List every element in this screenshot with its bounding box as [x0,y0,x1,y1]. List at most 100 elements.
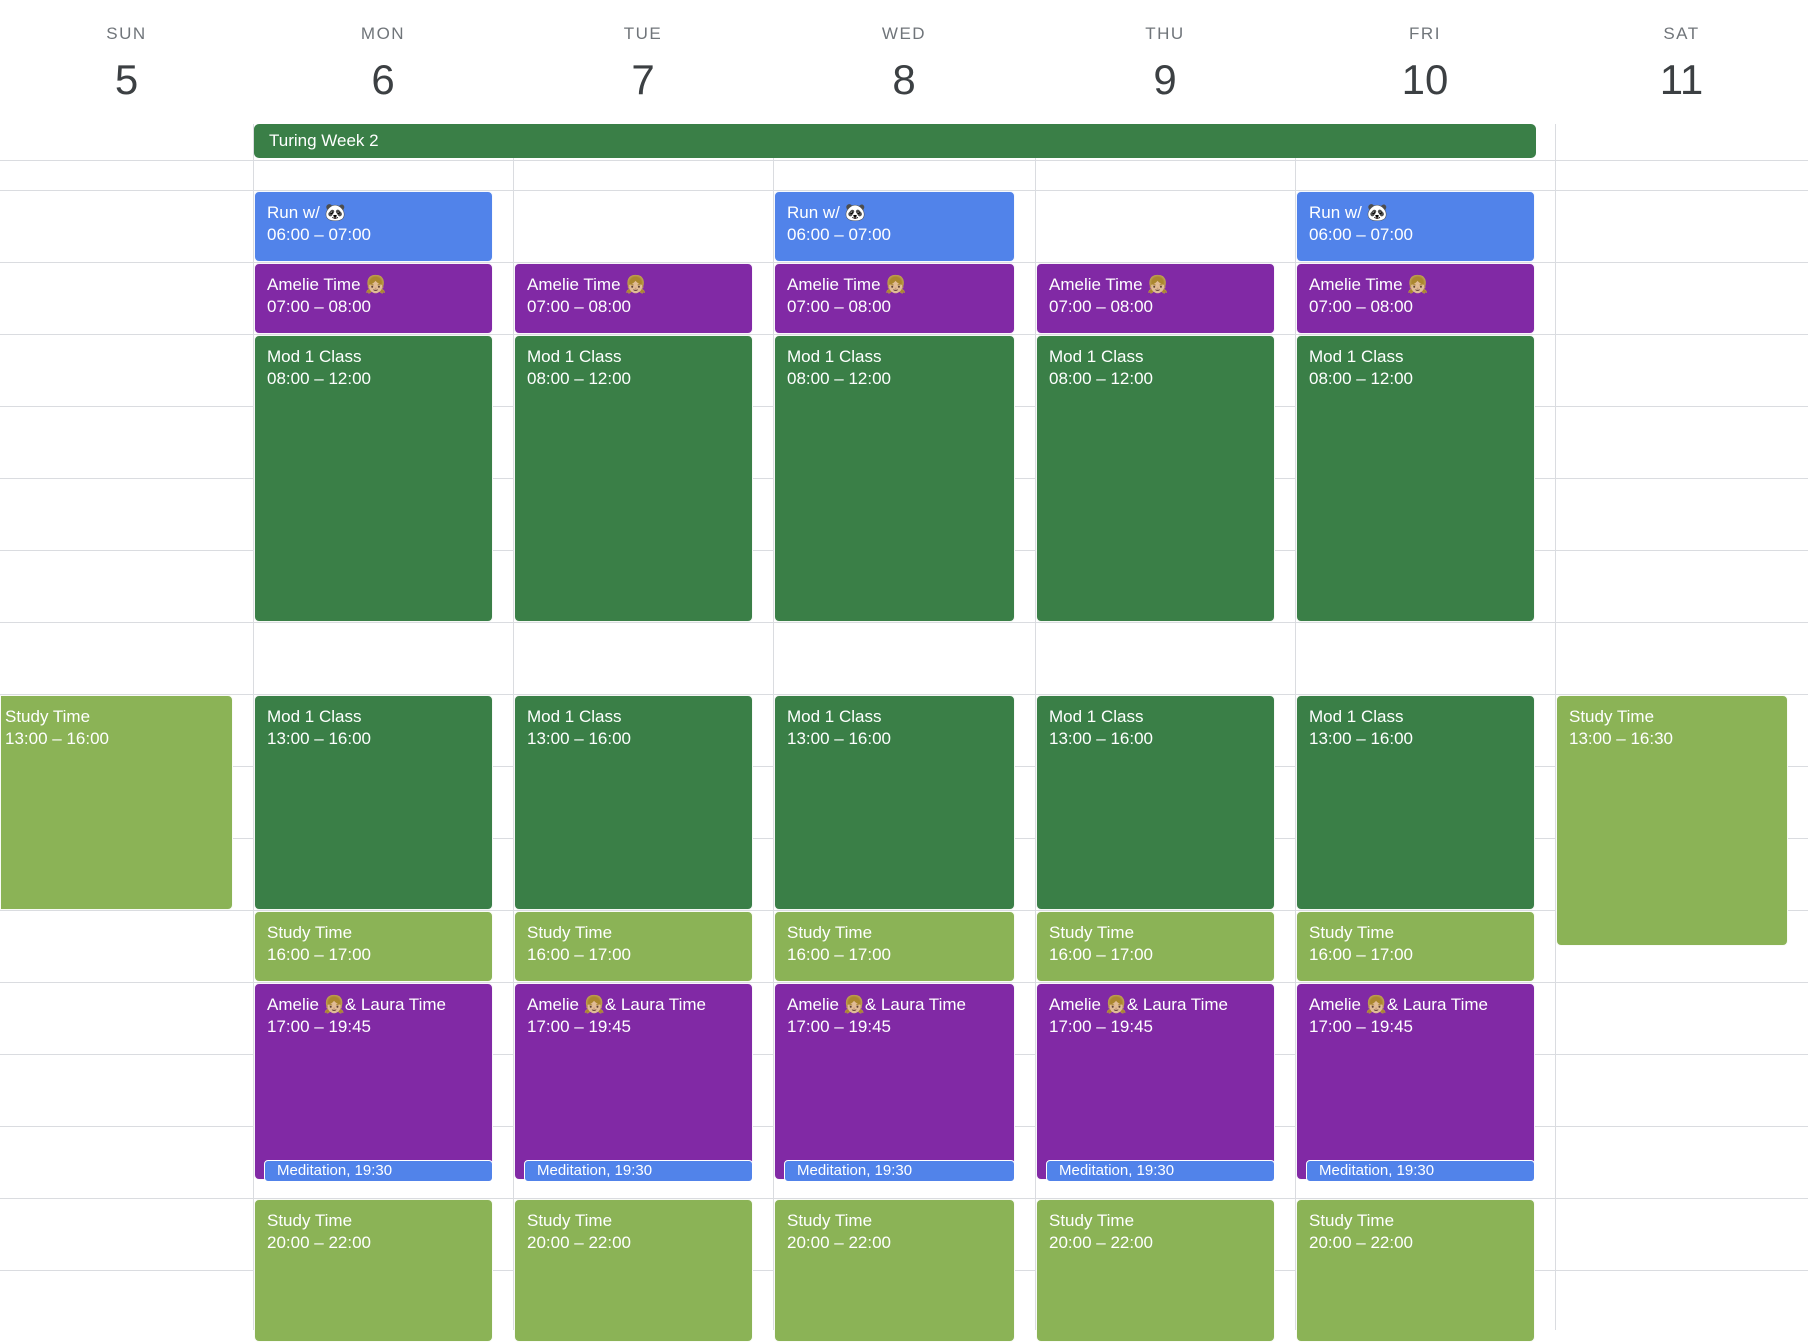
event-time: 06:00 – 07:00 [1309,225,1413,244]
calendar-event[interactable]: Study Time 13:00 – 16:30 [1556,695,1788,946]
event-title: Study Time [1309,923,1395,942]
event-title: Study Time [527,923,613,942]
calendar-event[interactable]: Amelie 👧🏼& Laura Time 17:00 – 19:45 [514,983,753,1180]
calendar-event[interactable]: Amelie Time 👧🏼 07:00 – 08:00 [254,263,493,334]
event-title: Amelie 👧🏼& Laura Time [1309,995,1488,1014]
event-title: Run w/ 🐼 [1309,203,1388,222]
all-day-event[interactable]: Turing Week 2 [254,124,1536,158]
calendar-event[interactable]: Study Time 20:00 – 22:00 [774,1199,1015,1342]
short-event-chip[interactable]: Meditation, 19:30 [1306,1160,1535,1182]
event-time: 16:00 – 17:00 [267,945,371,964]
calendar-event[interactable]: Mod 1 Class 13:00 – 16:00 [254,695,493,910]
chip-title: Meditation [1059,1162,1129,1179]
calendar-event[interactable]: Study Time 16:00 – 17:00 [1036,911,1275,982]
event-time: 07:00 – 08:00 [527,297,631,316]
event-title: Study Time [267,923,353,942]
chip-title: Meditation [797,1162,867,1179]
calendar-event[interactable]: Mod 1 Class 08:00 – 12:00 [774,335,1015,622]
event-time: 16:00 – 17:00 [787,945,891,964]
event-time: 16:00 – 17:00 [527,945,631,964]
calendar-event[interactable]: Study Time 16:00 – 17:00 [514,911,753,982]
event-time: 17:00 – 19:45 [527,1017,631,1036]
event-title: Study Time [5,707,91,726]
event-title: Amelie 👧🏼& Laura Time [527,995,706,1014]
day-number[interactable]: 8 [773,50,1035,110]
event-time: 08:00 – 12:00 [1309,369,1413,388]
grid-hour-line [0,160,1808,161]
event-time: 07:00 – 08:00 [267,297,371,316]
day-number[interactable]: 9 [1035,50,1295,110]
calendar-event[interactable]: Amelie 👧🏼& Laura Time 17:00 – 19:45 [1036,983,1275,1180]
calendar-event[interactable]: Study Time 20:00 – 22:00 [1296,1199,1535,1342]
event-time: 08:00 – 12:00 [267,369,371,388]
calendar-event[interactable]: Amelie Time 👧🏼 07:00 – 08:00 [514,263,753,334]
event-time: 13:00 – 16:00 [5,729,109,748]
calendar-event[interactable]: Run w/ 🐼 06:00 – 07:00 [1296,191,1535,262]
event-time: 20:00 – 22:00 [1309,1233,1413,1252]
event-title: Study Time [1569,707,1655,726]
event-time: 08:00 – 12:00 [1049,369,1153,388]
day-of-week-label: MON [360,24,406,43]
event-time: 13:00 – 16:30 [1569,729,1673,748]
short-event-chip[interactable]: Meditation, 19:30 [784,1160,1015,1182]
day-of-week-label: TUE [623,24,663,43]
chip-time: , 19:30 [866,1162,913,1179]
event-time: 13:00 – 16:00 [527,729,631,748]
day-number[interactable]: 10 [1295,50,1555,110]
calendar-event[interactable]: Study Time 20:00 – 22:00 [514,1199,753,1342]
calendar-event[interactable]: Amelie Time 👧🏼 07:00 – 08:00 [1296,263,1535,334]
calendar-event[interactable]: Mod 1 Class 13:00 – 16:00 [1296,695,1535,910]
short-event-chip[interactable]: Meditation, 19:30 [1046,1160,1275,1182]
calendar-event[interactable]: Amelie 👧🏼& Laura Time 17:00 – 19:45 [1296,983,1535,1180]
calendar-event[interactable]: Study Time 16:00 – 17:00 [1296,911,1535,982]
short-event-chip[interactable]: Meditation, 19:30 [524,1160,753,1182]
day-number[interactable]: 6 [253,50,513,110]
calendar-event[interactable]: Mod 1 Class 08:00 – 12:00 [1296,335,1535,622]
day-number[interactable]: 7 [513,50,773,110]
event-title: Study Time [787,923,873,942]
calendar-event[interactable]: Mod 1 Class 13:00 – 16:00 [1036,695,1275,910]
event-title: Study Time [787,1211,873,1230]
calendar-event[interactable]: Mod 1 Class 13:00 – 16:00 [774,695,1015,910]
event-title: Mod 1 Class [1049,347,1144,366]
event-title: Mod 1 Class [1309,347,1404,366]
day-number[interactable]: 5 [0,50,253,110]
calendar-event[interactable]: Run w/ 🐼 06:00 – 07:00 [774,191,1015,262]
event-title: Amelie Time 👧🏼 [787,275,907,294]
event-time: 08:00 – 12:00 [787,369,891,388]
chip-title: Meditation [1319,1162,1389,1179]
chip-time: , 19:30 [606,1162,653,1179]
calendar-event[interactable]: Study Time 16:00 – 17:00 [254,911,493,982]
event-time: 20:00 – 22:00 [1049,1233,1153,1252]
calendar-event[interactable]: Study Time 16:00 – 17:00 [774,911,1015,982]
calendar-event[interactable]: Study Time 20:00 – 22:00 [254,1199,493,1342]
day-of-week-label: SUN [106,24,147,43]
event-time: 07:00 – 08:00 [1049,297,1153,316]
day-number[interactable]: 11 [1555,50,1808,110]
event-time: 17:00 – 19:45 [1049,1017,1153,1036]
calendar-event[interactable]: Study Time 20:00 – 22:00 [1036,1199,1275,1342]
event-time: 17:00 – 19:45 [267,1017,371,1036]
event-title: Amelie Time 👧🏼 [267,275,387,294]
event-time: 16:00 – 17:00 [1049,945,1153,964]
calendar-event[interactable]: Run w/ 🐼 06:00 – 07:00 [254,191,493,262]
week-calendar: SUN 5 MON 6 TUE 7 WED 8 THU 9 FRI 10 SAT 11 Turing We… [0,0,1808,1342]
calendar-event[interactable]: Amelie 👧🏼& Laura Time 17:00 – 19:45 [254,983,493,1180]
short-event-chip[interactable]: Meditation, 19:30 [264,1160,493,1182]
event-title: Amelie 👧🏼& Laura Time [787,995,966,1014]
calendar-event[interactable]: Amelie Time 👧🏼 07:00 – 08:00 [1036,263,1275,334]
calendar-event[interactable]: Mod 1 Class 08:00 – 12:00 [514,335,753,622]
day-of-week-label: WED [881,24,927,43]
calendar-event[interactable]: Mod 1 Class 08:00 – 12:00 [254,335,493,622]
chip-time: , 19:30 [1128,1162,1175,1179]
calendar-event[interactable]: Amelie 👧🏼& Laura Time 17:00 – 19:45 [774,983,1015,1180]
calendar-event[interactable]: Study Time 13:00 – 16:00 [0,695,233,910]
calendar-event[interactable]: Amelie Time 👧🏼 07:00 – 08:00 [774,263,1015,334]
event-title: Mod 1 Class [1309,707,1404,726]
event-title: Mod 1 Class [267,707,362,726]
chip-time: , 19:30 [346,1162,393,1179]
calendar-event[interactable]: Mod 1 Class 08:00 – 12:00 [1036,335,1275,622]
calendar-event[interactable]: Mod 1 Class 13:00 – 16:00 [514,695,753,910]
event-title: Study Time [267,1211,353,1230]
event-time: 07:00 – 08:00 [787,297,891,316]
